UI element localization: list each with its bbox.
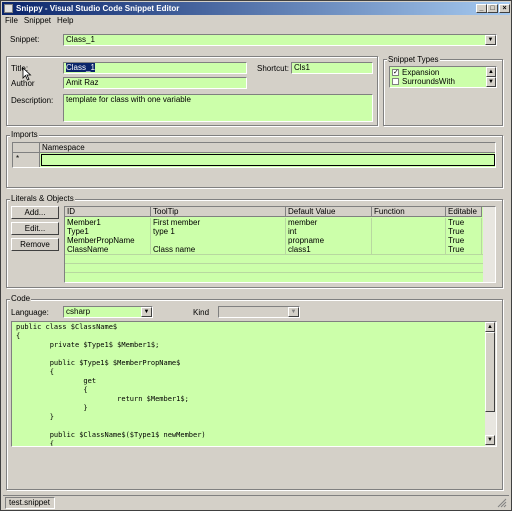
table-cell[interactable]: propname [286,236,372,245]
edit-button[interactable]: Edit... [11,222,59,235]
imports-grid[interactable]: Namespace * [12,142,496,168]
language-value: csharp [66,307,91,316]
code-line: } [16,404,88,412]
code-line: public class $ClassName$ [16,323,118,331]
row-divider [65,272,483,273]
table-cell[interactable]: True [446,245,482,254]
table-cell[interactable] [372,227,446,236]
table-cell[interactable]: Member1 [65,218,151,227]
app-icon [4,4,13,13]
function-column-header[interactable]: Function [372,207,446,217]
table-cell[interactable]: MemberPropName [65,236,151,245]
row-divider [65,254,483,255]
table-cell[interactable]: class1 [286,245,372,254]
menu-help[interactable]: Help [54,15,76,26]
author-label: Author [11,79,35,88]
table-cell[interactable]: member [286,218,372,227]
literals-label: Literals & Objects [10,194,75,203]
code-line: { [16,368,54,376]
table-cell[interactable]: type 1 [151,227,286,236]
main-window: Snippy - Visual Studio Code Snippet Edit… [0,0,512,511]
language-dropdown[interactable]: csharp ▼ [63,306,153,318]
scrollbar-thumb[interactable] [485,332,495,412]
status-file: test.snippet [5,497,55,509]
code-line: } [16,413,54,421]
code-line: public $Type1$ $MemberPropName$ [16,359,181,367]
window-title: Snippy - Visual Studio Code Snippet Edit… [16,4,180,13]
chevron-down-icon[interactable]: ▼ [485,35,496,45]
code-line: get [16,377,97,385]
title-input[interactable]: Class_1 [63,62,247,74]
editable-column-header[interactable]: Editable [446,207,482,217]
table-cell[interactable]: True [446,227,482,236]
scroll-up-button[interactable]: ▲ [486,67,496,77]
remove-button[interactable]: Remove [11,238,59,251]
add-button[interactable]: Add... [11,206,59,219]
code-line: public $ClassName$($Type1$ newMember) [16,431,206,439]
snippet-dropdown[interactable]: Class_1 ▼ [63,34,497,46]
snippet-label: Snippet: [10,35,40,44]
menu-file[interactable]: File [2,15,21,26]
shortcut-input[interactable]: Cls1 [291,62,373,74]
expansion-checkbox[interactable]: ✓ [392,69,399,76]
default-value-column-header[interactable]: Default Value [286,207,372,217]
table-cell[interactable]: int [286,227,372,236]
table-cell[interactable] [372,236,446,245]
imports-label: Imports [10,130,39,139]
title-value: Class_1 [66,63,95,72]
id-column-header[interactable]: ID [65,207,151,217]
status-bar: test.snippet [3,495,509,509]
resize-grip-icon[interactable] [497,498,507,508]
surroundswith-label: SurroundsWith [402,77,455,86]
kind-label: Kind [193,308,210,317]
code-line: return $Member1$; [16,395,189,403]
code-label: Code [10,294,32,303]
row-divider [65,263,483,264]
table-cell[interactable]: ClassName [65,245,151,254]
table-cell[interactable] [151,236,286,245]
chevron-down-icon[interactable]: ▼ [288,307,299,317]
snippet-types-list[interactable]: ✓ Expansion SurroundsWith ▲ ▼ [389,66,497,88]
surroundswith-checkbox[interactable] [392,78,399,85]
shortcut-label: Shortcut: [257,64,290,73]
scroll-up-button[interactable]: ▲ [485,322,495,332]
table-cell[interactable]: First member [151,218,286,227]
snippet-types-label: Snippet Types [387,55,440,64]
title-bar: Snippy - Visual Studio Code Snippet Edit… [2,2,510,15]
description-input[interactable]: template for class with one variable [63,94,373,122]
table-cell[interactable]: True [446,218,482,227]
code-scrollbar[interactable]: ▲ ▼ [485,322,496,446]
code-line: { [16,332,21,340]
table-cell[interactable]: Class name [151,245,286,254]
author-input[interactable]: Amit Raz [63,77,247,89]
menu-snippet[interactable]: Snippet [21,15,54,26]
code-line: { [16,386,88,394]
close-button[interactable]: × [499,4,510,13]
code-line: private $Type1$ $Member1$; [16,341,160,349]
scroll-down-button[interactable]: ▼ [485,435,495,445]
table-cell[interactable]: True [446,236,482,245]
namespace-cell[interactable] [41,154,495,166]
kind-dropdown[interactable]: ▼ [218,306,300,318]
snippet-value: Class_1 [66,35,95,44]
table-cell[interactable] [372,245,446,254]
literals-grid[interactable]: ID ToolTip Default Value Function Editab… [64,206,496,283]
namespace-column-header[interactable]: Namespace [40,143,495,153]
maximize-button[interactable]: □ [487,4,498,13]
literals-scrollbar[interactable] [483,207,495,282]
code-editor[interactable]: public class $ClassName$ { private $Type… [11,321,497,447]
imports-row-header [13,143,40,153]
table-cell[interactable]: Type1 [65,227,151,236]
chevron-down-icon[interactable]: ▼ [141,307,152,317]
code-line: { [16,440,54,447]
description-label: Description: [11,96,54,105]
language-label: Language: [11,308,49,317]
tooltip-column-header[interactable]: ToolTip [151,207,286,217]
scroll-down-button[interactable]: ▼ [486,77,496,87]
minimize-button[interactable]: _ [476,4,487,13]
menu-bar: File Snippet Help [2,15,510,26]
table-cell[interactable] [372,218,446,227]
new-row-marker: * [13,153,40,167]
